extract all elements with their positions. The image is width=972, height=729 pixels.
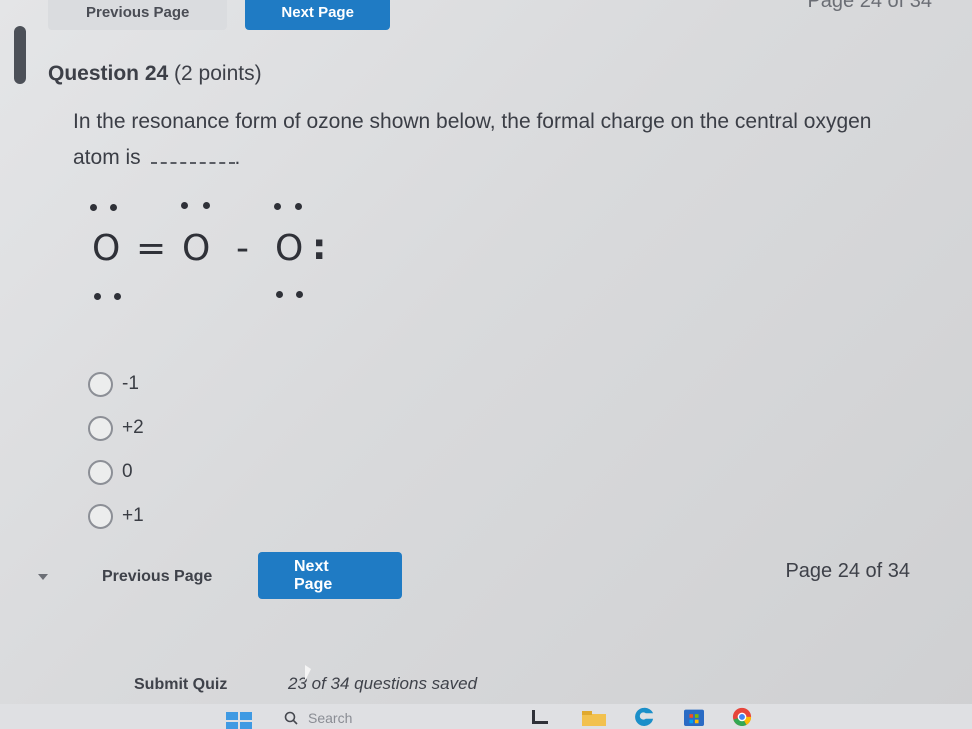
page-indicator-top: Page 24 of 34 [807, 0, 932, 12]
radio-button[interactable] [88, 371, 113, 397]
store-icon[interactable] [680, 706, 708, 726]
task-view-icon[interactable] [528, 706, 552, 726]
question-text: In the resonance form of ozone shown bel… [73, 104, 873, 176]
answer-blank [150, 146, 235, 164]
chrome-browser-icon[interactable] [728, 706, 756, 726]
oxygen-atom-left: O [92, 228, 121, 269]
answer-options: -1 +2 0 +1 [88, 362, 144, 538]
bottom-nav: Previous Page Next Page Page 24 of 34 [38, 552, 918, 600]
file-explorer-icon[interactable] [580, 706, 608, 726]
oxygen-atom-central: O [182, 228, 211, 269]
submit-quiz-button[interactable]: Submit Quiz [134, 676, 227, 694]
lone-pair-dot [296, 291, 303, 298]
search-placeholder: Search [308, 709, 353, 726]
option-label: 0 [122, 461, 133, 482]
question-points: (2 points) [174, 62, 262, 85]
saved-status: 23 of 34 questions saved [288, 674, 478, 693]
option-label: -1 [122, 373, 139, 394]
page-indicator: Page 24 of 34 [785, 560, 910, 582]
lone-pair-dot [114, 293, 121, 300]
option-label: +1 [122, 505, 144, 526]
question-text-end: . [234, 146, 241, 169]
lone-pair-dot [203, 202, 210, 209]
previous-page-button-top[interactable]: Previous Page [48, 0, 228, 30]
double-bond: = [136, 228, 167, 269]
question-title: Question 24 [48, 62, 169, 85]
search-icon [284, 711, 298, 725]
answer-option[interactable]: -1 [88, 362, 144, 406]
lone-pair-colon: : [312, 227, 327, 268]
radio-button[interactable] [88, 415, 113, 441]
lone-pair-dot [110, 204, 117, 211]
ozone-lewis-structure: O = O - O : [80, 190, 360, 310]
option-label: +2 [122, 417, 144, 438]
lone-pair-dot [276, 291, 283, 298]
question-header: Question 24 (2 points) [48, 62, 262, 86]
answer-option[interactable]: 0 [88, 450, 144, 494]
oxygen-atom-right: O [275, 228, 304, 269]
question-marker [14, 26, 26, 84]
mouse-cursor-icon [305, 665, 311, 681]
next-page-button-top[interactable]: Next Page [245, 0, 390, 30]
caret-down-icon [38, 574, 48, 580]
answer-option[interactable]: +1 [88, 494, 144, 538]
windows-start-icon[interactable] [226, 712, 252, 729]
taskbar: Search [0, 704, 972, 729]
next-page-button[interactable]: Next Page [258, 552, 402, 599]
lone-pair-dot [94, 293, 101, 300]
single-bond: - [236, 228, 249, 269]
lone-pair-dot [90, 204, 97, 211]
edge-browser-icon[interactable] [630, 706, 658, 726]
top-nav: Previous Page Next Page [48, 0, 390, 30]
lone-pair-dot [295, 203, 302, 210]
radio-button[interactable] [88, 459, 113, 485]
taskbar-search[interactable]: Search [272, 706, 482, 729]
previous-page-button[interactable]: Previous Page [102, 568, 212, 586]
lone-pair-dot [274, 203, 281, 210]
answer-option[interactable]: +2 [88, 406, 144, 450]
lone-pair-dot [181, 202, 188, 209]
radio-button[interactable] [88, 503, 113, 529]
